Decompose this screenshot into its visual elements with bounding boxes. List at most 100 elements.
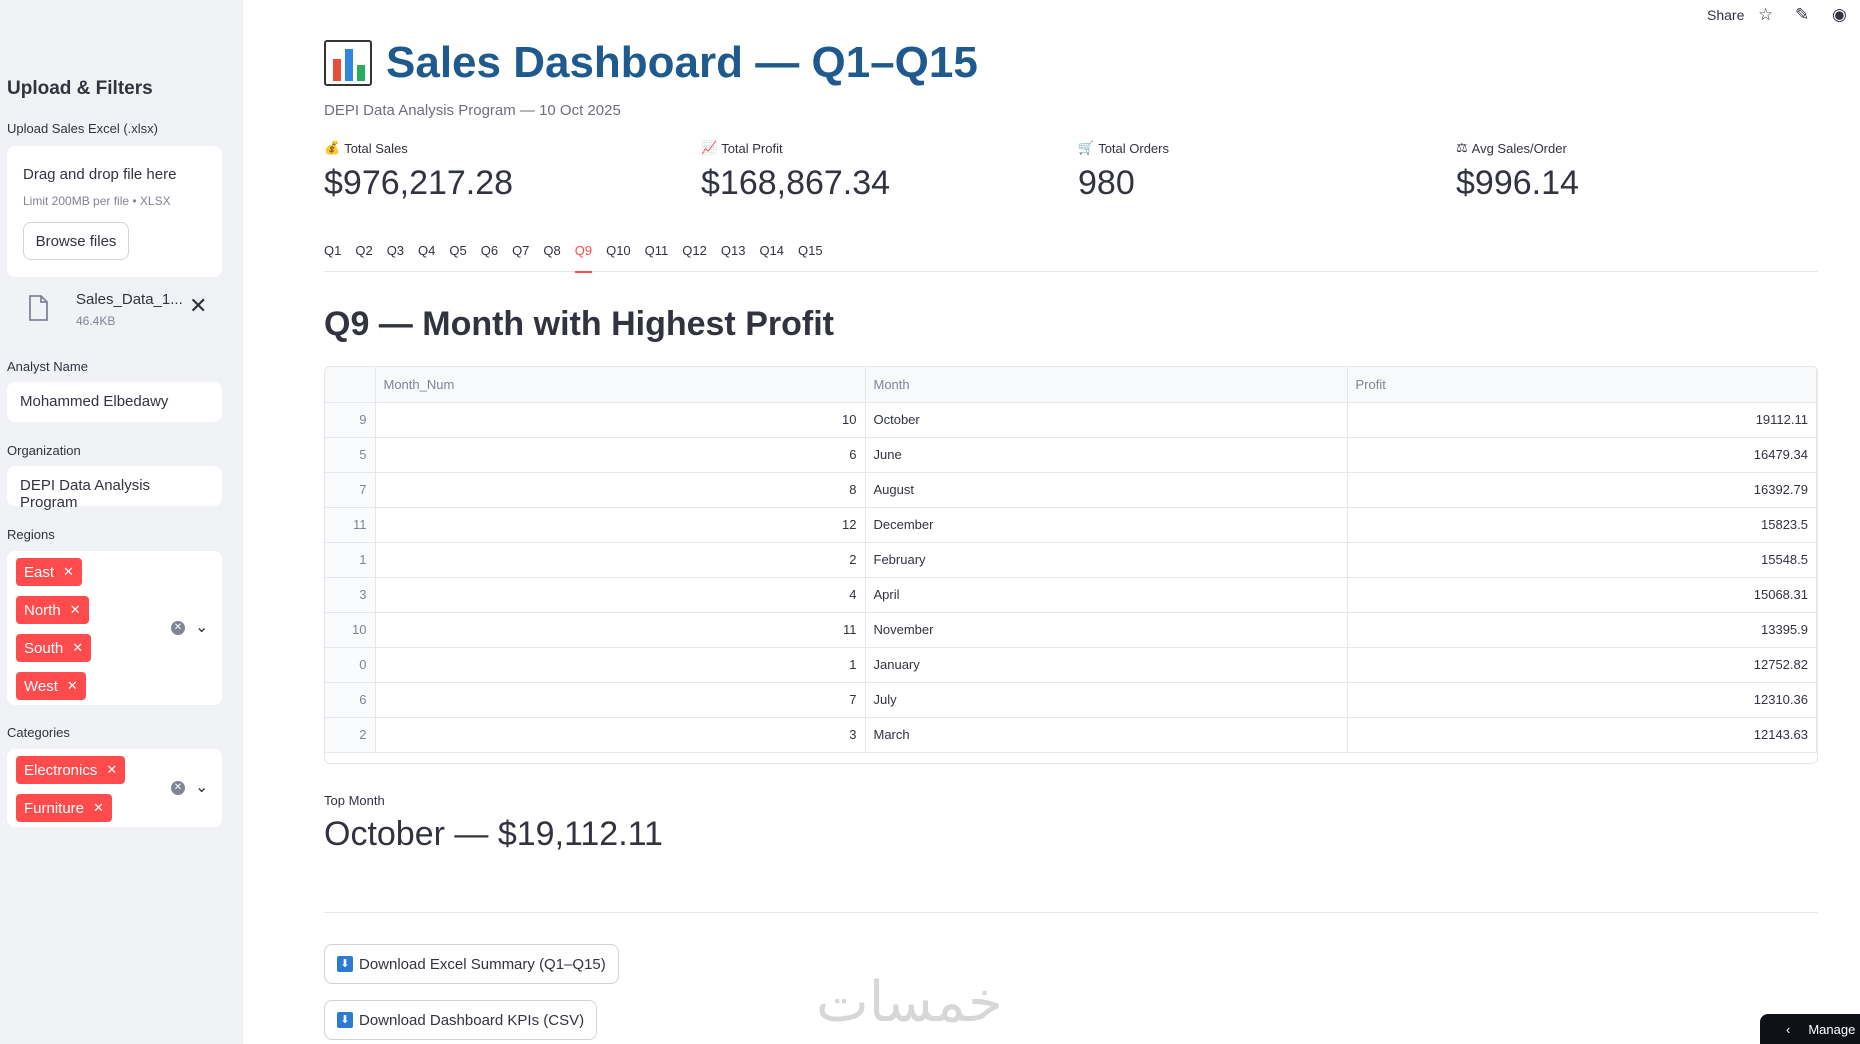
organization-input[interactable]: DEPI Data Analysis Program: [7, 466, 222, 511]
category-chip-electronics[interactable]: Electronics ✕: [16, 756, 126, 784]
column-header[interactable]: Profit: [1347, 367, 1817, 403]
remove-chip-icon[interactable]: ✕: [72, 640, 83, 656]
chevron-left-icon: ‹: [1786, 1021, 1791, 1037]
kpi-label: Total Sales: [344, 140, 408, 156]
tab-q5[interactable]: Q5: [449, 240, 466, 272]
remove-chip-icon[interactable]: ✕: [70, 602, 81, 618]
cell[interactable]: 13395.9: [1347, 612, 1817, 648]
tab-q11[interactable]: Q11: [645, 240, 669, 272]
cell[interactable]: August: [865, 472, 1348, 508]
categories-label: Categories: [7, 725, 70, 740]
tab-q2[interactable]: Q2: [355, 240, 372, 272]
cell[interactable]: 6: [375, 437, 866, 473]
region-chip-north[interactable]: North ✕: [16, 596, 89, 624]
kpi-total-profit: 📈 Total Profit $168,867.34: [701, 140, 890, 203]
cell[interactable]: 15068.31: [1347, 577, 1817, 613]
categories-multiselect[interactable]: Electronics ✕ Furniture ✕ ✕ ⌄: [7, 749, 222, 827]
category-chip-furniture[interactable]: Furniture ✕: [16, 794, 112, 822]
cell[interactable]: December: [865, 507, 1348, 543]
cell[interactable]: 16479.34: [1347, 437, 1817, 473]
share-button[interactable]: Share: [1707, 7, 1744, 23]
cell[interactable]: 3: [375, 717, 866, 753]
cell[interactable]: April: [865, 577, 1348, 613]
analyst-name-input[interactable]: Mohammed Elbedawy: [7, 382, 222, 422]
cell[interactable]: 19112.11: [1347, 402, 1817, 438]
clear-all-icon[interactable]: ✕: [171, 781, 185, 795]
tab-q1[interactable]: Q1: [324, 240, 341, 272]
region-chip-west[interactable]: West ✕: [16, 672, 86, 700]
cell[interactable]: 12752.82: [1347, 647, 1817, 683]
tab-q3[interactable]: Q3: [387, 240, 404, 272]
cell[interactable]: July: [865, 682, 1348, 718]
file-uploader[interactable]: Drag and drop file here Limit 200MB per …: [7, 146, 222, 277]
remove-chip-icon[interactable]: ✕: [63, 564, 74, 580]
download-excel-button[interactable]: ⬇ Download Excel Summary (Q1–Q15): [324, 944, 619, 984]
cell[interactable]: March: [865, 717, 1348, 753]
tab-q4[interactable]: Q4: [418, 240, 435, 272]
table-row: 0 1 January 12752.82: [325, 647, 1817, 683]
cell[interactable]: 16392.79: [1347, 472, 1817, 508]
table-row: 5 6 June 16479.34: [325, 437, 1817, 473]
tab-q8[interactable]: Q8: [543, 240, 560, 272]
remove-file-icon[interactable]: ✕: [189, 293, 207, 319]
column-header[interactable]: Month_Num: [375, 367, 866, 403]
page-title: Sales Dashboard — Q1–Q15: [386, 38, 978, 87]
cell[interactable]: 7: [375, 682, 866, 718]
profit-table[interactable]: Month_Num Month Profit 9 10 October 19112.1…: [324, 366, 1818, 764]
cell[interactable]: November: [865, 612, 1348, 648]
browse-files-button[interactable]: Browse files: [23, 222, 129, 260]
cell[interactable]: 4: [375, 577, 866, 613]
region-chip-east[interactable]: East ✕: [16, 558, 82, 586]
chevron-down-icon[interactable]: ⌄: [195, 777, 208, 797]
regions-label: Regions: [7, 527, 55, 542]
tab-q9[interactable]: Q9: [574, 240, 593, 273]
remove-chip-icon[interactable]: ✕: [93, 800, 104, 816]
clear-all-icon[interactable]: ✕: [171, 621, 185, 635]
cell[interactable]: October: [865, 402, 1348, 438]
cell[interactable]: February: [865, 542, 1348, 578]
column-header[interactable]: Month: [865, 367, 1348, 403]
cell[interactable]: 12: [375, 507, 866, 543]
download-kpis-button[interactable]: ⬇ Download Dashboard KPIs (CSV): [324, 1000, 598, 1040]
tab-q7[interactable]: Q7: [512, 240, 529, 272]
cell[interactable]: 11: [375, 612, 866, 648]
chip-label: South: [24, 639, 64, 657]
star-icon[interactable]: ☆: [1758, 5, 1773, 25]
download-icon: ⬇: [337, 1012, 353, 1028]
row-index: 10: [325, 612, 376, 648]
tab-q10[interactable]: Q10: [606, 240, 631, 272]
kpi-label: Avg Sales/Order: [1471, 140, 1567, 156]
remove-chip-icon[interactable]: ✕: [106, 762, 117, 778]
chip-label: Furniture: [24, 799, 85, 817]
row-index: 0: [325, 647, 376, 683]
row-index: 2: [325, 717, 376, 753]
cell[interactable]: 12310.36: [1347, 682, 1817, 718]
region-chip-south[interactable]: South ✕: [16, 634, 92, 662]
github-icon[interactable]: ◉: [1832, 5, 1847, 25]
top-month-value: October — $19,112.11: [324, 815, 663, 853]
remove-chip-icon[interactable]: ✕: [67, 678, 78, 694]
tab-q15[interactable]: Q15: [798, 240, 823, 272]
watermark: خمسات: [816, 970, 1003, 1035]
cell[interactable]: 8: [375, 472, 866, 508]
cell[interactable]: 2: [375, 542, 866, 578]
cell[interactable]: 15548.5: [1347, 542, 1817, 578]
tab-q12[interactable]: Q12: [682, 240, 707, 272]
table-row: 11 12 December 15823.5: [325, 507, 1817, 543]
pencil-icon[interactable]: ✎: [1795, 5, 1809, 25]
cell[interactable]: June: [865, 437, 1348, 473]
organization-label: Organization: [7, 443, 81, 458]
chevron-down-icon[interactable]: ⌄: [195, 617, 208, 637]
cell[interactable]: January: [865, 647, 1348, 683]
cell[interactable]: 1: [375, 647, 866, 683]
uploaded-file: Sales_Data_1... 46.4KB ✕: [28, 289, 218, 333]
cell[interactable]: 15823.5: [1347, 507, 1817, 543]
cell[interactable]: 10: [375, 402, 866, 438]
tab-q13[interactable]: Q13: [721, 240, 746, 272]
cell[interactable]: 12143.63: [1347, 717, 1817, 753]
manage-app-button[interactable]: ‹ Manage: [1760, 1014, 1860, 1044]
regions-multiselect[interactable]: East ✕ North ✕ South ✕ West ✕ ✕ ⌄: [7, 551, 222, 705]
tab-q6[interactable]: Q6: [481, 240, 498, 272]
file-icon: [29, 295, 48, 321]
tab-q14[interactable]: Q14: [759, 240, 784, 272]
